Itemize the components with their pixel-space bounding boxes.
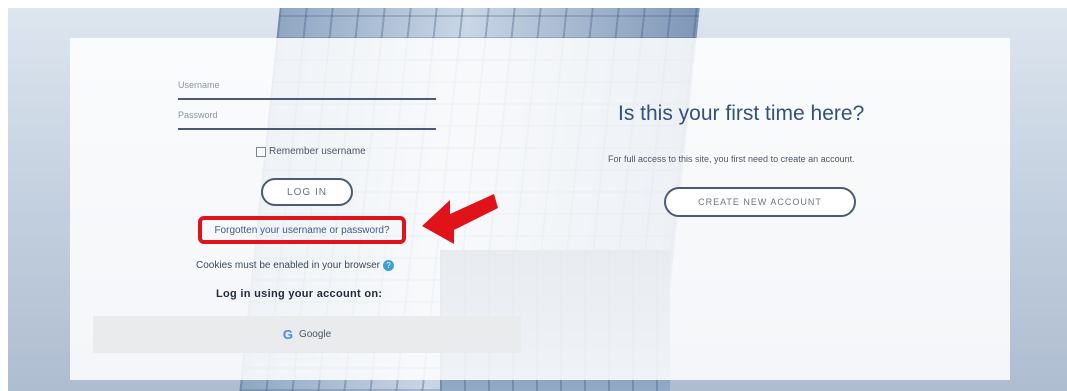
cookies-notice: Cookies must be enabled in your browser …: [196, 260, 394, 271]
login-card: Remember username LOG IN Forgotten your …: [70, 38, 1010, 380]
frame-top: [0, 0, 1067, 8]
remember-checkbox[interactable]: [256, 146, 266, 157]
google-button-label: Google: [298, 329, 332, 340]
login-with-heading: Log in using your account on:: [216, 288, 383, 300]
remember-label: Remember username: [269, 146, 366, 157]
forgot-password-link[interactable]: Forgotten your username or password?: [214, 225, 389, 236]
password-field[interactable]: [178, 104, 436, 130]
username-input[interactable]: [178, 74, 436, 96]
forgot-highlight-box: Forgotten your username or password?: [198, 216, 406, 244]
username-field[interactable]: [178, 74, 436, 100]
google-icon: G: [282, 327, 293, 342]
cookies-text: Cookies must be enabled in your browser: [196, 260, 380, 271]
signup-description: For full access to this site, you first …: [608, 154, 855, 164]
help-icon[interactable]: ?: [382, 260, 394, 271]
frame-left: [0, 0, 8, 391]
login-button[interactable]: LOG IN: [261, 178, 353, 206]
signup-heading: Is this your first time here?: [618, 102, 865, 125]
create-account-button[interactable]: CREATE NEW ACCOUNT: [664, 187, 856, 217]
password-input[interactable]: [178, 104, 436, 126]
arrow-icon: [422, 194, 498, 244]
remember-username[interactable]: Remember username: [256, 146, 366, 157]
google-login-button[interactable]: G Google: [93, 316, 521, 353]
